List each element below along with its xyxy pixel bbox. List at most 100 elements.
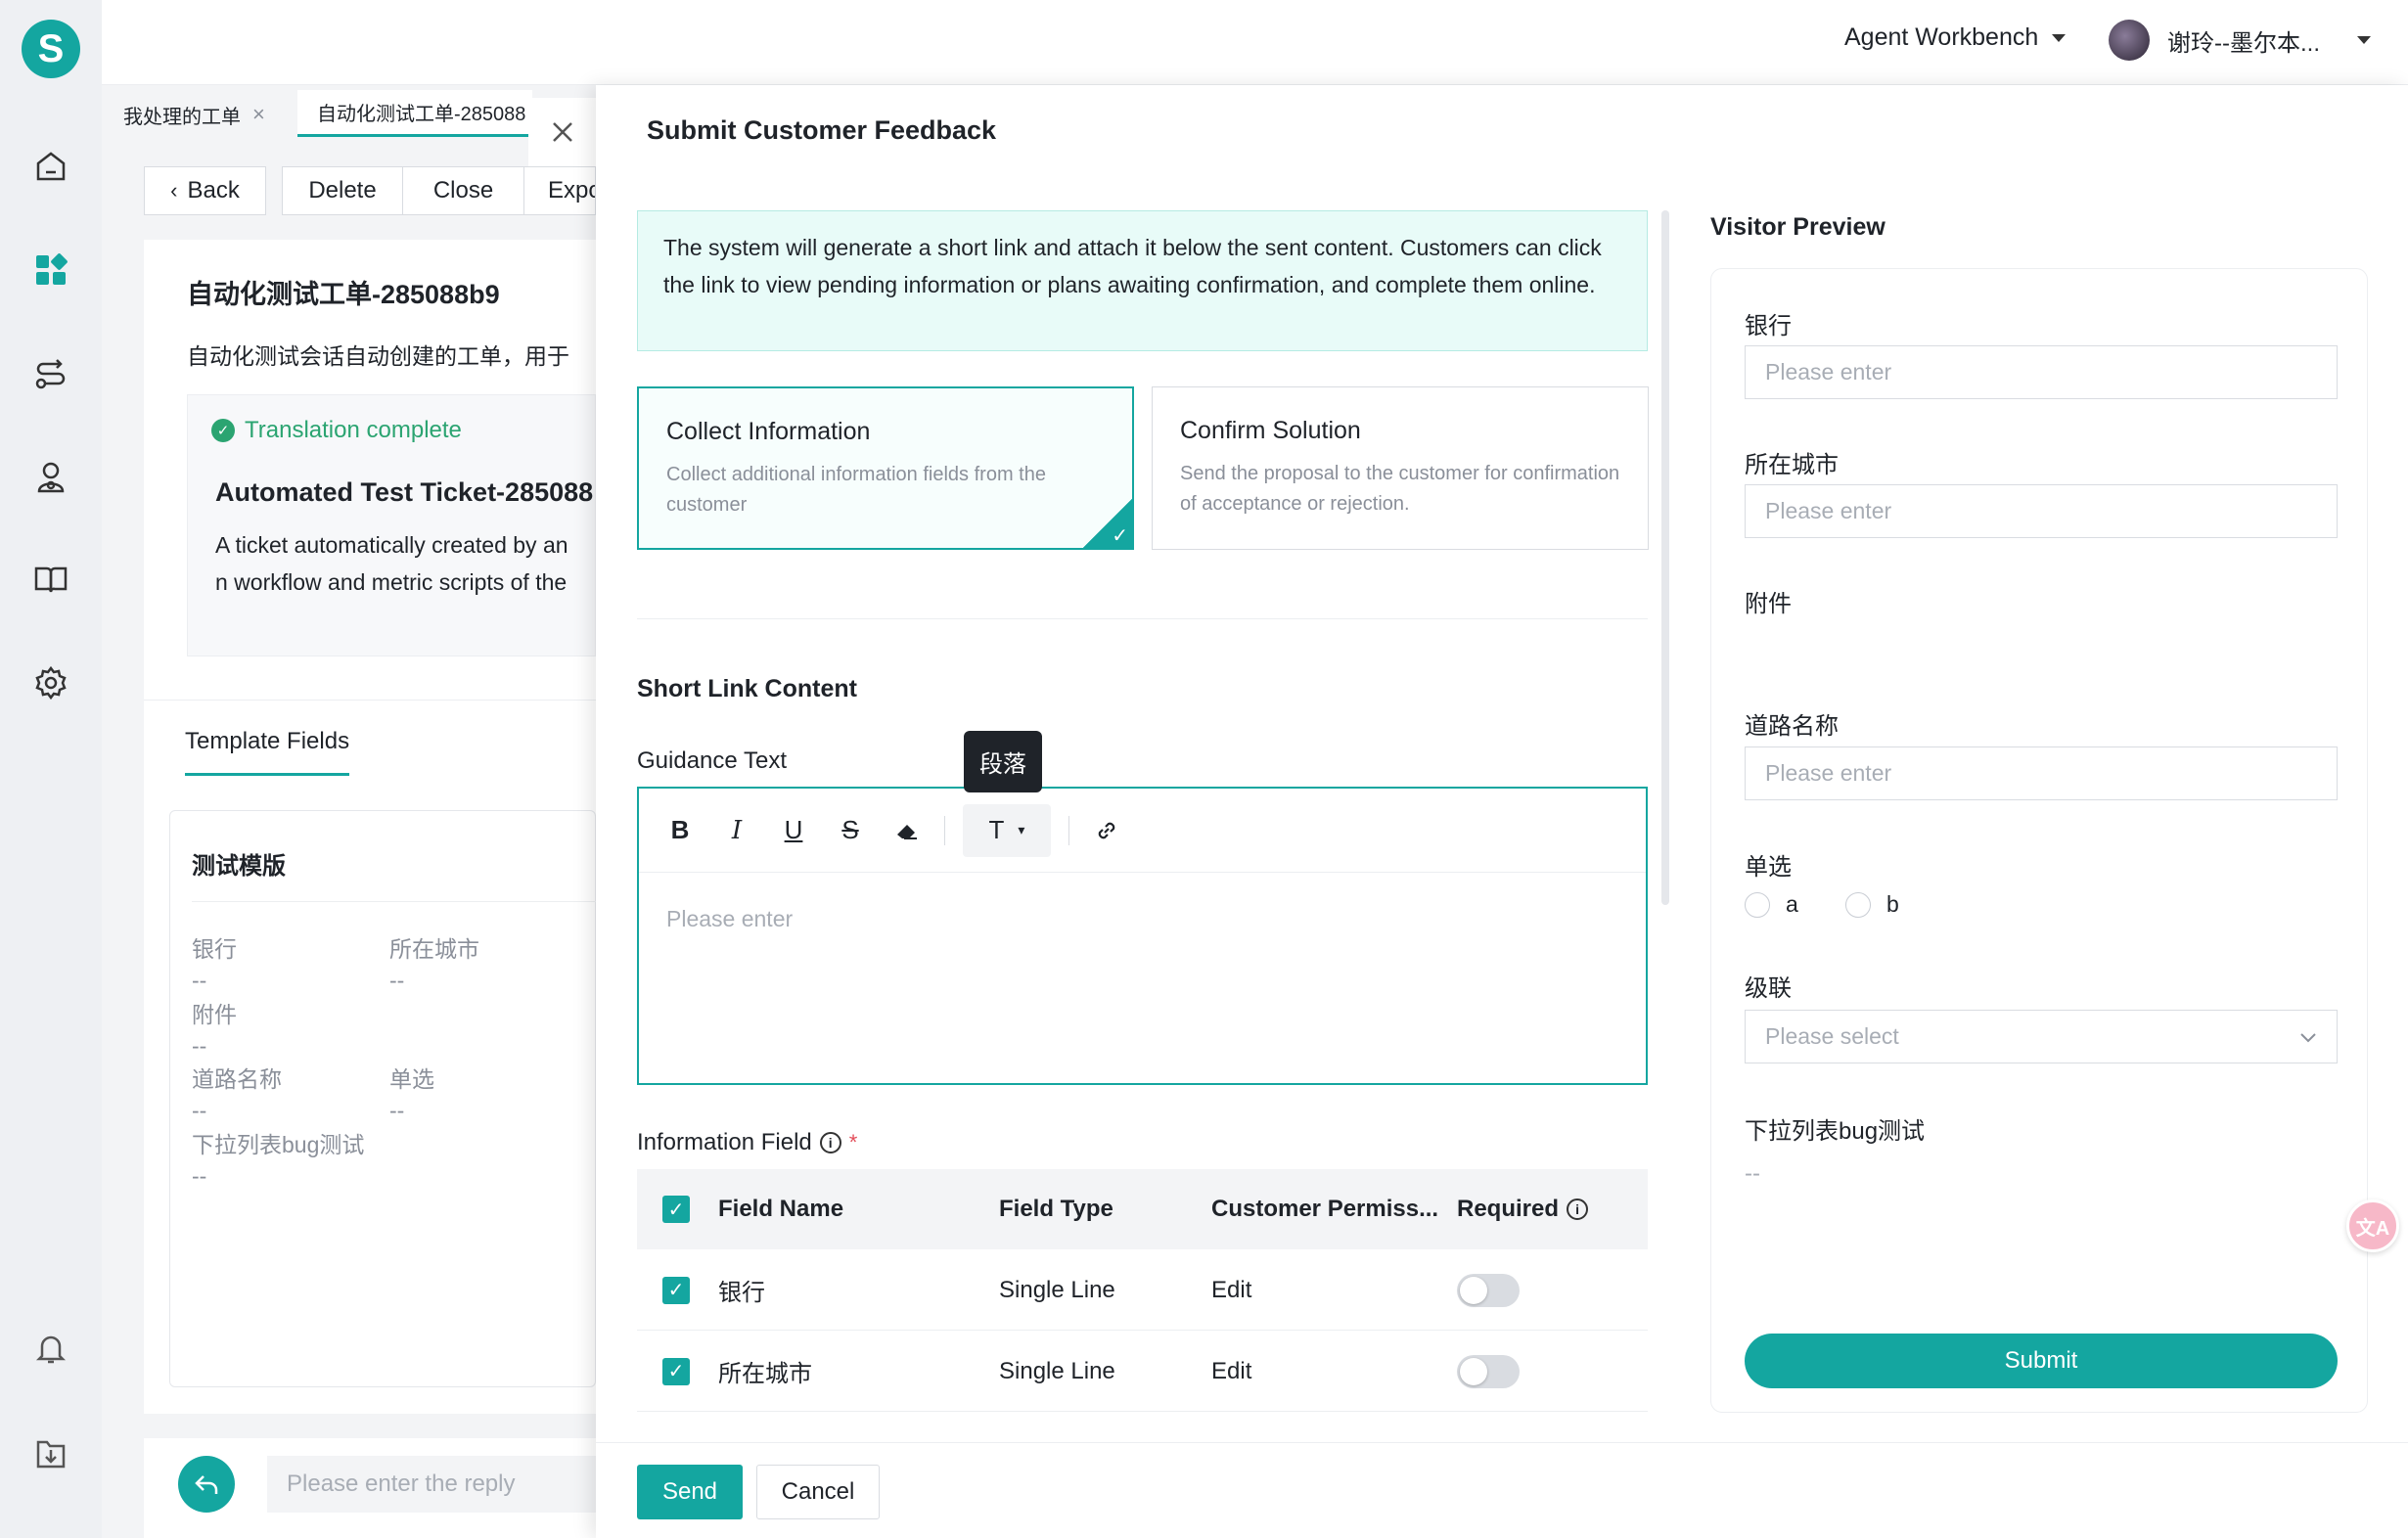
table-row: ✓ 银行 Single Line Edit	[637, 1249, 1648, 1331]
scrollbar[interactable]	[1661, 210, 1669, 905]
app-logo[interactable]: S	[22, 20, 80, 78]
tab-label: 我处理的工单	[123, 106, 241, 128]
close-icon[interactable]	[528, 98, 597, 166]
user-name: 谢玲--墨尔本...	[2167, 29, 2320, 57]
close-tab-icon[interactable]: ×	[252, 102, 265, 127]
paragraph-format-select[interactable]: T ▾	[963, 803, 1051, 857]
field-label: 所在城市	[389, 936, 479, 962]
editor-toolbar: B I U S T ▾	[639, 789, 1646, 873]
chevron-down-icon	[2357, 36, 2371, 44]
download-icon[interactable]	[29, 1432, 72, 1475]
info-icon[interactable]: i	[1567, 1199, 1589, 1220]
italic-icon[interactable]: I	[717, 811, 756, 850]
template-fields-section: Template Fields 测试模版 银行 -- 所在城市 -- 附件 --…	[144, 700, 597, 1414]
mode-collect-information[interactable]: Collect Information Collect additional i…	[637, 386, 1134, 550]
column-header: Field Type	[999, 1196, 1113, 1222]
field-label: 道路名称	[192, 1066, 282, 1092]
radio-option-b[interactable]: b	[1845, 891, 1899, 918]
editor-placeholder: Please enter	[666, 906, 794, 931]
tab-template-fields[interactable]: Template Fields	[185, 728, 350, 776]
translate-icon[interactable]: 文A	[2346, 1199, 2399, 1252]
format-tooltip: 段落	[964, 731, 1042, 792]
home-icon[interactable]	[29, 145, 72, 188]
chevron-left-icon: ‹	[170, 178, 178, 203]
info-icon[interactable]: i	[819, 1132, 841, 1154]
column-header-required: Required i	[1457, 1169, 1589, 1249]
eraser-icon[interactable]	[887, 811, 927, 850]
city-input[interactable]: Please enter	[1745, 484, 2338, 538]
divider	[192, 901, 597, 902]
export-button[interactable]: Expo	[523, 166, 596, 215]
workspace-switcher[interactable]: Agent Workbench	[1844, 23, 2067, 52]
field-type: Single Line	[999, 1276, 1115, 1303]
chevron-down-icon: ▾	[1018, 822, 1025, 837]
mode-title: Confirm Solution	[1180, 417, 1361, 444]
required-toggle[interactable]	[1457, 1249, 1520, 1331]
translation-panel: ✓ Translation complete Automated Test Ti…	[187, 394, 596, 656]
radio-option-a[interactable]: a	[1745, 891, 1798, 918]
strikethrough-icon[interactable]: S	[831, 811, 870, 850]
preview-label: 道路名称	[1745, 713, 1839, 740]
field-value: --	[389, 1098, 405, 1123]
back-button[interactable]: ‹ Back	[144, 166, 266, 215]
road-input[interactable]: Please enter	[1745, 746, 2338, 800]
knowledge-book-icon[interactable]	[29, 558, 72, 601]
column-header: Customer Permiss...	[1211, 1196, 1439, 1222]
bank-input[interactable]: Please enter	[1745, 345, 2338, 399]
row-checkbox[interactable]: ✓	[662, 1249, 690, 1331]
dashboard-icon[interactable]	[29, 249, 72, 292]
text-format-icon: T	[988, 815, 1005, 844]
guidance-label: Guidance Text	[637, 747, 787, 774]
preview-label: 级联	[1745, 975, 1792, 1002]
link-icon[interactable]	[1087, 811, 1126, 850]
contacts-icon[interactable]	[29, 456, 72, 499]
field-type: Single Line	[999, 1357, 1115, 1384]
send-button[interactable]: Send	[637, 1465, 743, 1519]
routing-icon[interactable]	[29, 352, 72, 395]
chevron-down-icon	[2300, 1032, 2316, 1042]
required-toggle[interactable]	[1457, 1331, 1520, 1412]
delete-button[interactable]: Delete	[282, 166, 403, 215]
settings-gear-icon[interactable]	[29, 661, 72, 704]
section-heading: Short Link Content	[637, 675, 857, 702]
user-menu[interactable]: 谢玲--墨尔本...	[2109, 20, 2371, 61]
select-all-checkbox[interactable]: ✓	[662, 1169, 690, 1249]
divider	[637, 618, 1648, 619]
preview-value: --	[1745, 1160, 1760, 1187]
reply-input[interactable]: Please enter the reply	[267, 1456, 596, 1513]
visitor-preview-card	[1710, 268, 2368, 1413]
reply-bar: Please enter the reply	[144, 1438, 596, 1538]
chevron-down-icon	[2052, 33, 2067, 42]
underline-icon[interactable]: U	[774, 811, 813, 850]
avatar	[2109, 20, 2150, 61]
bell-icon[interactable]	[29, 1327, 72, 1370]
preview-label: 所在城市	[1745, 452, 1839, 478]
translation-status: ✓ Translation complete	[211, 417, 462, 444]
cascade-select[interactable]: Please select	[1745, 1010, 2338, 1063]
mode-confirm-solution[interactable]: Confirm Solution Send the proposal to th…	[1152, 386, 1649, 550]
translated-desc-line: n workflow and metric scripts of the	[215, 569, 568, 595]
bold-icon[interactable]: B	[660, 811, 700, 850]
tab-active-ticket[interactable]: 自动化测试工单-285088	[297, 90, 532, 137]
tab-my-tickets[interactable]: 我处理的工单 ×	[123, 90, 265, 139]
preview-label: 银行	[1745, 313, 1792, 339]
row-checkbox[interactable]: ✓	[662, 1331, 690, 1412]
field-value: --	[192, 968, 207, 993]
table-header: ✓ Field Name Field Type Customer Permiss…	[637, 1169, 1648, 1249]
toolbar-separator	[944, 815, 945, 845]
table-row: ✓ 所在城市 Single Line Edit	[637, 1331, 1648, 1412]
reply-icon[interactable]	[178, 1456, 235, 1513]
check-circle-icon: ✓	[211, 419, 235, 442]
ticket-title: 自动化测试工单-285088b9	[187, 280, 500, 309]
rich-text-editor[interactable]: B I U S T ▾ Please enter	[637, 787, 1648, 1085]
mode-description: Send the proposal to the customer for co…	[1180, 463, 1620, 515]
cancel-button[interactable]: Cancel	[756, 1465, 880, 1519]
field-value: --	[389, 968, 405, 993]
submit-button[interactable]: Submit	[1745, 1334, 2338, 1388]
preview-label: 下拉列表bug测试	[1745, 1118, 1926, 1145]
tab-label: 自动化测试工单-285088	[317, 104, 526, 125]
template-card: 测试模版 银行 -- 所在城市 -- 附件 -- 道路名称 -- 单选 -- 下…	[169, 810, 597, 1387]
close-ticket-button[interactable]: Close	[402, 166, 524, 215]
radio-circle	[1745, 891, 1770, 918]
field-label: 银行	[192, 936, 237, 962]
